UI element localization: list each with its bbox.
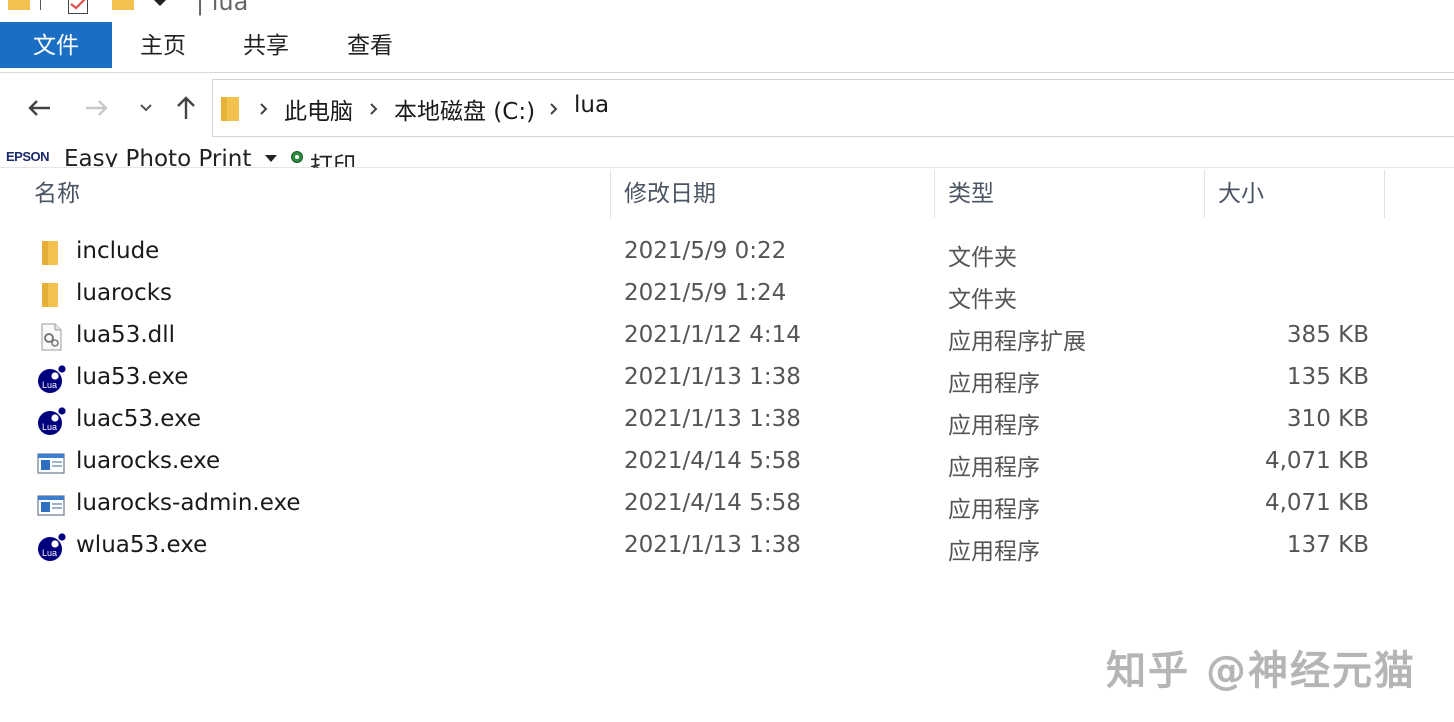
navigation-bar: 此电脑 本地磁盘 (C:) lua [0, 73, 1454, 143]
file-date: 2021/5/9 1:24 [624, 280, 787, 306]
column-header-type[interactable]: 类型 [936, 168, 1204, 218]
svg-text:Lua: Lua [42, 422, 57, 432]
file-type: 应用程序扩展 [948, 329, 1086, 355]
chevron-down-icon [140, 104, 152, 112]
folder-icon [36, 280, 66, 310]
lua-icon: Lua [36, 532, 66, 562]
file-name: luarocks-admin.exe [76, 490, 301, 516]
epson-dropdown-icon[interactable] [265, 155, 277, 162]
svg-text:Lua: Lua [42, 548, 57, 558]
file-type: 文件夹 [948, 245, 1017, 271]
title-bar: | lua [0, 0, 1454, 22]
file-row-lua53-exe[interactable]: Lua lua53.exe 2021/1/13 1:38 应用程序 135 KB [0, 358, 1454, 400]
dll-icon [36, 322, 66, 352]
file-size: 385 KB [1286, 322, 1369, 348]
breadcrumb-chevron-icon[interactable] [547, 98, 561, 120]
breadcrumb-chevron-icon[interactable] [257, 98, 271, 120]
file-row-luarocks-exe[interactable]: luarocks.exe 2021/4/14 5:58 应用程序 4,071 K… [0, 442, 1454, 484]
breadcrumb-this-pc[interactable]: 此电脑 [284, 92, 353, 126]
forward-button[interactable] [82, 93, 112, 123]
column-divider[interactable] [934, 170, 935, 218]
file-row-luarocks-admin-exe[interactable]: luarocks-admin.exe 2021/4/14 5:58 应用程序 4… [0, 484, 1454, 526]
file-name: lua53.exe [76, 364, 189, 390]
tab-share[interactable]: 共享 [214, 22, 318, 68]
file-row-luarocks[interactable]: luarocks 2021/5/9 1:24 文件夹 [0, 274, 1454, 316]
arrow-left-icon [28, 100, 50, 116]
column-header-name[interactable]: 名称 [22, 168, 610, 218]
file-name: lua53.dll [76, 322, 176, 348]
file-name: luac53.exe [76, 406, 202, 432]
folder-icon[interactable] [8, 0, 30, 10]
watermark: 知乎 @神经元猫 [1106, 648, 1416, 694]
file-size: 4,071 KB [1264, 490, 1369, 516]
breadcrumb-chevron-icon[interactable] [367, 98, 381, 120]
file-date: 2021/4/14 5:58 [624, 490, 801, 516]
folder-icon [221, 97, 239, 125]
file-row-include[interactable]: include 2021/5/9 0:22 文件夹 [0, 232, 1454, 274]
file-name: include [76, 238, 160, 264]
svg-text:Lua: Lua [42, 380, 57, 390]
file-date: 2021/1/13 1:38 [624, 406, 801, 432]
file-size: 137 KB [1286, 532, 1369, 558]
recent-locations-button[interactable] [131, 93, 161, 123]
arrow-up-icon [177, 96, 195, 119]
quick-access-dropdown-icon[interactable] [154, 0, 166, 6]
file-type: 应用程序 [948, 371, 1040, 397]
arrow-right-icon [86, 100, 108, 116]
epson-toolbar: EPSON Easy Photo Print 打印 [0, 143, 1454, 168]
file-date: 2021/1/13 1:38 [624, 364, 801, 390]
file-date: 2021/5/9 0:22 [624, 238, 787, 264]
lua-icon: Lua [36, 406, 66, 436]
file-size: 310 KB [1286, 406, 1369, 432]
file-name: wlua53.exe [76, 532, 208, 558]
file-date: 2021/1/12 4:14 [624, 322, 801, 348]
exe-icon [36, 448, 66, 478]
column-divider[interactable] [1384, 170, 1385, 218]
window-title: | lua [196, 0, 249, 16]
epson-logo: EPSON [6, 149, 50, 164]
file-row-luac53-exe[interactable]: Lua luac53.exe 2021/1/13 1:38 应用程序 310 K… [0, 400, 1454, 442]
tab-file[interactable]: 文件 [0, 22, 112, 68]
address-bar[interactable]: 此电脑 本地磁盘 (C:) lua [212, 79, 1454, 137]
file-type: 文件夹 [948, 287, 1017, 313]
file-explorer-window: | lua 文件 主页 共享 查看 此电脑 本地磁盘 (C:) lua EPSO… [0, 0, 1454, 722]
file-type: 应用程序 [948, 455, 1040, 481]
ribbon-tabs: 文件 主页 共享 查看 [0, 22, 1454, 73]
properties-check-icon[interactable] [68, 0, 88, 14]
file-type: 应用程序 [948, 413, 1040, 439]
column-header-size[interactable]: 大小 [1206, 168, 1384, 218]
column-headers: 名称 修改日期 类型 大小 [0, 168, 1454, 218]
file-date: 2021/1/13 1:38 [624, 532, 801, 558]
back-button[interactable] [24, 93, 54, 123]
lua-icon: Lua [36, 364, 66, 394]
new-folder-icon[interactable] [112, 0, 134, 10]
print-icon[interactable] [291, 151, 303, 163]
breadcrumb-local-disk[interactable]: 本地磁盘 (C:) [394, 92, 535, 126]
tab-home[interactable]: 主页 [112, 22, 214, 68]
file-date: 2021/4/14 5:58 [624, 448, 801, 474]
column-divider[interactable] [1204, 170, 1205, 218]
file-size: 4,071 KB [1264, 448, 1369, 474]
file-name: luarocks [76, 280, 173, 306]
file-type: 应用程序 [948, 497, 1040, 523]
file-row-lua53-dll[interactable]: lua53.dll 2021/1/12 4:14 应用程序扩展 385 KB [0, 316, 1454, 358]
file-row-wlua53-exe[interactable]: Lua wlua53.exe 2021/1/13 1:38 应用程序 137 K… [0, 526, 1454, 568]
file-name: luarocks.exe [76, 448, 221, 474]
column-divider[interactable] [610, 170, 611, 218]
tab-view[interactable]: 查看 [318, 22, 422, 68]
folder-icon [36, 238, 66, 268]
breadcrumb-lua[interactable]: lua [574, 92, 609, 118]
file-size: 135 KB [1286, 364, 1369, 390]
file-type: 应用程序 [948, 539, 1040, 565]
up-button[interactable] [171, 93, 201, 123]
easy-photo-print-button[interactable]: Easy Photo Print [64, 146, 251, 167]
column-header-date[interactable]: 修改日期 [612, 168, 934, 218]
exe-icon [36, 490, 66, 520]
title-separator [40, 0, 41, 10]
